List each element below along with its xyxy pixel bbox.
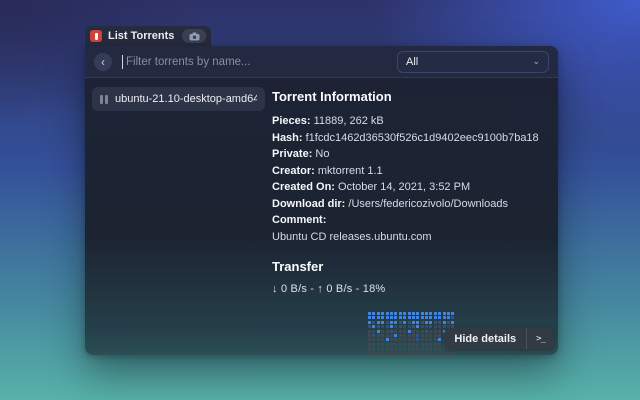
torrent-list-item[interactable]: ubuntu-21.10-desktop-amd64.iso bbox=[92, 87, 265, 111]
torrent-name: ubuntu-21.10-desktop-amd64.iso bbox=[115, 93, 257, 105]
hide-details-button[interactable]: Hide details >_ bbox=[444, 328, 554, 349]
info-field: Creator: mktorrent 1.1 bbox=[272, 163, 548, 180]
filter-select[interactable]: All ⌄ bbox=[397, 51, 549, 73]
info-field: Hash: f1fcdc1462d36530f526c1d9402eec9100… bbox=[272, 130, 548, 147]
info-field: Private: No bbox=[272, 146, 548, 163]
torrent-information-title: Torrent Information bbox=[272, 89, 548, 104]
torrent-window: ‹ All ⌄ ubuntu-21.10-desktop-amd64.iso T… bbox=[85, 46, 558, 355]
filter-input[interactable] bbox=[120, 52, 389, 72]
camera-icon[interactable] bbox=[182, 29, 206, 43]
toolbar: ‹ All ⌄ bbox=[85, 46, 558, 78]
terminal-icon[interactable]: >_ bbox=[526, 328, 554, 349]
torrent-information-fields: Pieces: 11889, 262 kBHash: f1fcdc1462d36… bbox=[272, 113, 548, 245]
back-button[interactable]: ‹ bbox=[94, 53, 112, 71]
info-field: Created On: October 14, 2021, 3:52 PM bbox=[272, 179, 548, 196]
torrent-list: ubuntu-21.10-desktop-amd64.iso bbox=[85, 78, 272, 354]
transfer-title: Transfer bbox=[272, 259, 548, 274]
info-field-value: Ubuntu CD releases.ubuntu.com bbox=[272, 229, 548, 246]
window-content: ubuntu-21.10-desktop-amd64.iso Torrent I… bbox=[85, 78, 558, 354]
window-tab[interactable]: List Torrents bbox=[85, 26, 211, 46]
app-logo-icon bbox=[90, 30, 102, 42]
text-caret bbox=[122, 55, 123, 69]
details-panel: Torrent Information Pieces: 11889, 262 k… bbox=[272, 78, 558, 354]
pieces-availability-grid bbox=[368, 312, 455, 355]
pause-icon bbox=[100, 95, 108, 104]
info-field: Pieces: 11889, 262 kB bbox=[272, 113, 548, 130]
filter-select-value: All bbox=[406, 56, 418, 68]
chevron-down-icon: ⌄ bbox=[532, 56, 540, 67]
filter-field-wrap bbox=[120, 52, 389, 72]
hide-details-label: Hide details bbox=[444, 333, 526, 345]
info-field: Comment: bbox=[272, 212, 548, 229]
tab-title: List Torrents bbox=[108, 30, 174, 42]
transfer-stats: ↓ 0 B/s - ↑ 0 B/s - 18% bbox=[272, 283, 548, 295]
info-field: Download dir: /Users/federicozivolo/Down… bbox=[272, 196, 548, 213]
